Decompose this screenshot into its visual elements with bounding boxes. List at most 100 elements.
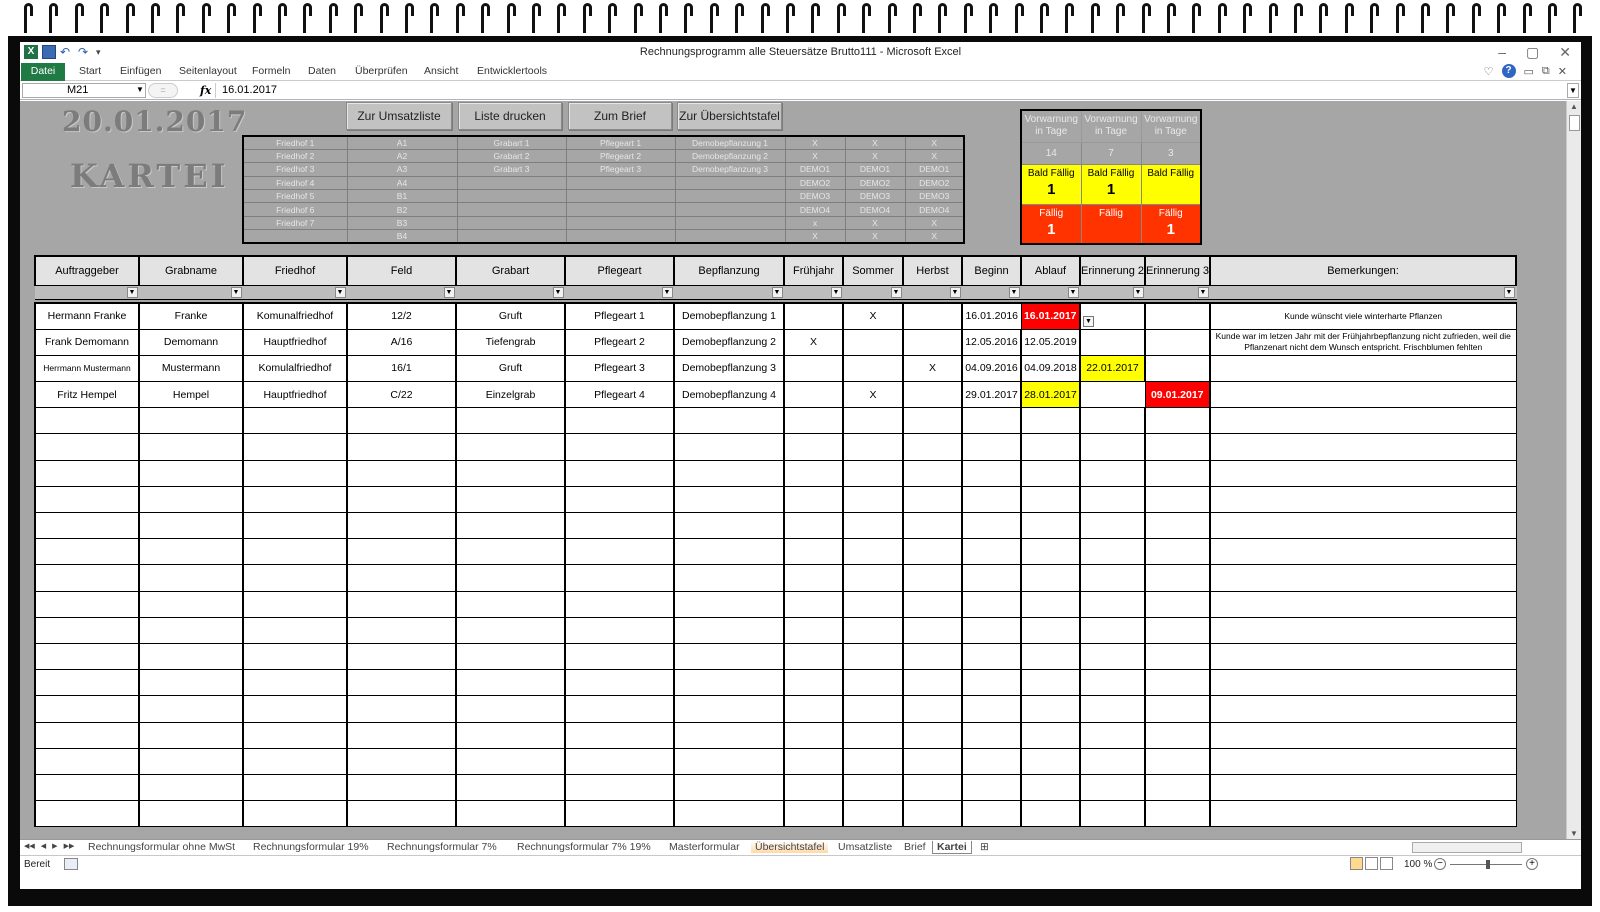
- close-button[interactable]: ✕: [1559, 44, 1571, 61]
- table-cell[interactable]: [346, 538, 457, 566]
- tab-review[interactable]: Überprüfen: [355, 65, 408, 77]
- table-cell[interactable]: [346, 485, 457, 514]
- lookup-cell[interactable]: Grabart 3: [456, 162, 567, 177]
- table-cell[interactable]: [1209, 511, 1517, 540]
- scroll-up-icon[interactable]: ▲: [1570, 102, 1578, 111]
- table-cell[interactable]: [346, 721, 457, 749]
- lookup-cell[interactable]: X: [844, 148, 906, 164]
- workbook-restore-icon[interactable]: ⧉: [1542, 65, 1550, 78]
- table-cell[interactable]: [673, 564, 785, 592]
- table-cell[interactable]: [34, 642, 140, 671]
- table-cell[interactable]: [1079, 616, 1146, 644]
- table-cell[interactable]: [842, 669, 904, 697]
- lookup-cell[interactable]: DEMO3: [784, 189, 846, 204]
- table-cell[interactable]: Pflegeart 3: [564, 354, 675, 383]
- lookup-cell[interactable]: [456, 189, 567, 204]
- table-cell[interactable]: [842, 590, 904, 618]
- table-cell[interactable]: [1020, 433, 1081, 461]
- table-cell[interactable]: [455, 433, 566, 461]
- table-cell[interactable]: [1144, 590, 1211, 618]
- table-cell[interactable]: [1209, 616, 1517, 644]
- table-cell[interactable]: [1079, 642, 1146, 671]
- table-cell[interactable]: [138, 459, 244, 487]
- table-cell[interactable]: [783, 511, 844, 540]
- page-layout-view-icon[interactable]: [1365, 857, 1378, 870]
- table-cell[interactable]: [138, 616, 244, 644]
- table-cell[interactable]: A/16: [346, 328, 457, 356]
- chevron-down-icon[interactable]: ▼: [136, 85, 144, 94]
- table-cell[interactable]: [961, 800, 1022, 828]
- table-cell[interactable]: [783, 407, 844, 435]
- table-cell[interactable]: [346, 616, 457, 644]
- help-icon[interactable]: ?: [1501, 64, 1516, 78]
- lookup-cell[interactable]: Friedhof 1: [242, 135, 348, 150]
- table-cell[interactable]: 04.09.2016: [961, 354, 1022, 383]
- table-cell[interactable]: [1144, 721, 1211, 749]
- last-sheet-icon[interactable]: ▶▶: [64, 842, 75, 850]
- table-cell[interactable]: [242, 642, 348, 671]
- table-cell[interactable]: 29.01.2017: [961, 381, 1022, 409]
- table-cell[interactable]: [842, 695, 904, 723]
- column-header[interactable]: Grabname: [138, 255, 244, 286]
- table-cell[interactable]: [346, 511, 457, 540]
- sheet-tab[interactable]: Rechnungsformular 7%: [387, 841, 497, 853]
- table-cell[interactable]: X: [902, 354, 963, 383]
- ribbon-minimize-icon[interactable]: ♡: [1484, 65, 1494, 78]
- prev-sheet-icon[interactable]: ◀: [41, 842, 46, 850]
- table-cell[interactable]: [1144, 747, 1211, 775]
- column-header[interactable]: Beginn: [961, 255, 1022, 286]
- normal-view-icon[interactable]: [1350, 857, 1363, 870]
- table-cell[interactable]: [842, 407, 904, 435]
- table-cell[interactable]: [1144, 773, 1211, 802]
- lookup-cell[interactable]: [456, 202, 567, 217]
- lookup-cell[interactable]: Friedhof 7: [242, 215, 348, 231]
- table-cell[interactable]: [1209, 485, 1517, 514]
- column-header[interactable]: Friedhof: [242, 255, 348, 286]
- table-cell[interactable]: [1020, 642, 1081, 671]
- table-cell[interactable]: [1079, 459, 1146, 487]
- table-cell[interactable]: [34, 616, 140, 644]
- zoom-level[interactable]: 100 %: [1404, 859, 1432, 870]
- to-sales-list-button[interactable]: Zur Umsatzliste: [346, 102, 452, 130]
- lookup-cell[interactable]: X: [784, 135, 846, 150]
- lookup-cell[interactable]: Friedhof 2: [242, 148, 348, 164]
- table-cell[interactable]: [242, 721, 348, 749]
- print-list-button[interactable]: Liste drucken: [458, 102, 562, 130]
- lookup-cell[interactable]: B4: [346, 229, 458, 244]
- table-cell[interactable]: [902, 616, 963, 644]
- table-cell[interactable]: [1020, 773, 1081, 802]
- table-cell[interactable]: [673, 459, 785, 487]
- table-cell[interactable]: [902, 381, 963, 409]
- tab-insert[interactable]: Einfügen: [120, 65, 161, 77]
- table-cell[interactable]: [961, 590, 1022, 618]
- table-cell[interactable]: [842, 538, 904, 566]
- table-cell[interactable]: [842, 485, 904, 514]
- first-sheet-icon[interactable]: ◀◀: [24, 842, 35, 850]
- column-header[interactable]: Frühjahr: [783, 255, 844, 286]
- table-cell[interactable]: [961, 669, 1022, 697]
- table-cell[interactable]: [1144, 642, 1211, 671]
- table-cell[interactable]: [1144, 800, 1211, 828]
- table-cell[interactable]: [783, 669, 844, 697]
- lookup-cell[interactable]: A1: [346, 135, 458, 150]
- table-cell[interactable]: [1020, 459, 1081, 487]
- lookup-cell[interactable]: Pflegeart 1: [565, 135, 676, 150]
- table-cell[interactable]: [34, 695, 140, 723]
- table-cell[interactable]: [1209, 564, 1517, 592]
- lookup-cell[interactable]: DEMO1: [784, 162, 846, 177]
- table-cell[interactable]: [1209, 800, 1517, 828]
- name-box[interactable]: M21: [22, 83, 146, 98]
- table-cell[interactable]: [1144, 511, 1211, 540]
- filter-dropdown-icon[interactable]: ▼: [1067, 286, 1079, 298]
- tab-formulas[interactable]: Formeln: [252, 65, 291, 77]
- table-cell[interactable]: [1209, 433, 1517, 461]
- to-letter-button[interactable]: Zum Brief: [568, 102, 672, 130]
- table-cell[interactable]: [34, 459, 140, 487]
- lookup-cell[interactable]: [456, 215, 567, 231]
- lookup-cell[interactable]: [674, 215, 786, 231]
- table-cell[interactable]: [783, 433, 844, 461]
- table-cell[interactable]: [1144, 669, 1211, 697]
- column-header[interactable]: Erinnerung 2: [1079, 255, 1146, 286]
- reminder-days[interactable]: 14: [1020, 141, 1082, 165]
- table-cell[interactable]: Pflegeart 1: [564, 302, 675, 330]
